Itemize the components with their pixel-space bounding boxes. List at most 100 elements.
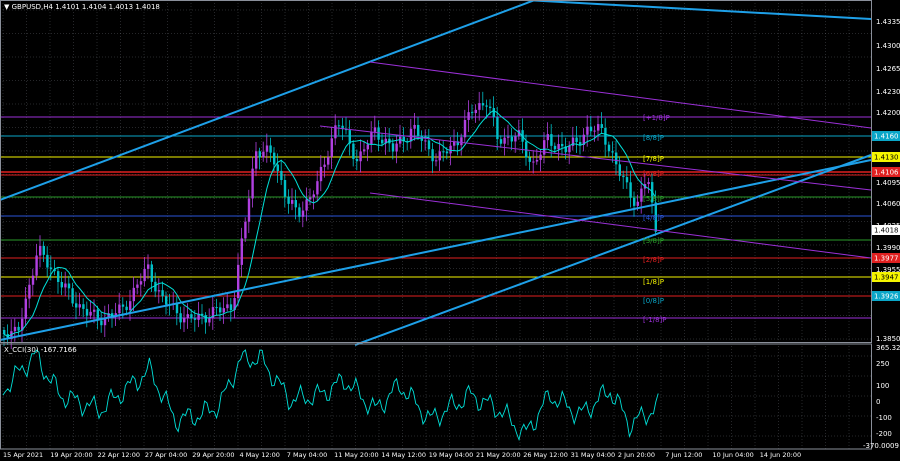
candle-body [395, 143, 398, 152]
murrey-label: [-1/8]P [643, 316, 666, 324]
candle-body [190, 314, 193, 319]
candle-body [352, 143, 355, 159]
candle-body [251, 168, 254, 199]
candle-body [118, 304, 121, 314]
candle-body [229, 304, 233, 311]
candle-body [553, 145, 557, 150]
candle-body [366, 144, 369, 150]
candle-body [471, 112, 474, 114]
level-lines [0, 116, 871, 319]
candle-body [312, 194, 315, 198]
time-tick: 2 Jun 20:00 [618, 451, 655, 459]
candle-body [93, 309, 96, 312]
cci-tick: -100 [876, 414, 892, 422]
candle-body [435, 160, 438, 162]
candle-body [499, 139, 503, 144]
candle-body [139, 281, 143, 285]
price-tick: 1.4095 [876, 179, 900, 187]
candle-body [67, 283, 71, 289]
candle-body [244, 221, 247, 239]
candle-body [615, 152, 618, 165]
candle-body [618, 164, 621, 176]
candle-body [262, 151, 265, 158]
price-badge-text: 1.4130 [874, 154, 899, 162]
candle-body [273, 152, 276, 165]
candle-body [611, 151, 614, 153]
candle-body [363, 149, 366, 152]
candle-body [485, 105, 488, 107]
price-tick: 1.4265 [876, 65, 900, 73]
candle-body [3, 330, 6, 335]
candle-body [600, 124, 603, 128]
candle-body [309, 197, 312, 200]
candle-body [208, 318, 211, 323]
cci-tick: 365.3238 [876, 344, 900, 352]
candle-body [165, 296, 168, 305]
candle-body [39, 245, 42, 256]
candle-body [57, 271, 60, 282]
candle-body [42, 245, 45, 255]
candle-body [283, 180, 287, 197]
candle-body [147, 264, 150, 269]
candle-body [323, 164, 326, 167]
price-tick: 1.3850 [876, 335, 900, 343]
murrey-label: [7/8]P [643, 155, 664, 163]
candle-body [377, 127, 380, 140]
candle-body [370, 131, 373, 145]
candle-body [557, 143, 560, 150]
price-badge-text: 1.4106 [874, 169, 899, 177]
cci-tick: 250 [876, 360, 889, 368]
murrey-label: [3/8]P [643, 237, 664, 245]
candle-body [535, 159, 539, 162]
candle-body [280, 170, 283, 181]
candle-body [460, 137, 463, 146]
time-tick: 11 May 20:00 [334, 451, 379, 459]
candle-body [305, 199, 308, 211]
price-tick: 1.4200 [876, 109, 900, 117]
chart-canvas[interactable]: 1.4335 1.4300 1.4265 1.4230 1.4200 1.4095 1.40… [0, 0, 900, 461]
cci-tick: 0 [876, 398, 880, 406]
candle-body [237, 264, 240, 299]
candle-body [474, 109, 477, 114]
trend-line [369, 61, 872, 129]
candle-body [449, 145, 452, 154]
candle-body [438, 151, 441, 161]
murrey-label: [0/8]P [643, 297, 664, 305]
candle-body [359, 151, 362, 162]
candlesticks [3, 91, 657, 350]
murrey-label: [4/8]P [643, 214, 664, 222]
candle-body [291, 200, 294, 204]
candle-body [337, 125, 341, 127]
candle-body [269, 145, 272, 153]
candle-body [222, 308, 225, 313]
candle-body [287, 196, 290, 204]
price-badge-text: 1.4018 [874, 227, 899, 235]
candle-body [183, 317, 186, 323]
candle-body [78, 304, 81, 308]
candle-body [186, 314, 189, 318]
price-badge-text: 1.3947 [874, 274, 899, 282]
candle-body [467, 112, 470, 120]
time-tick: 22 Apr 12:00 [98, 451, 140, 459]
candle-body [532, 161, 535, 163]
candle-body [28, 284, 31, 299]
time-tick: 27 Apr 04:00 [145, 451, 187, 459]
candle-body [445, 151, 449, 154]
time-tick: 14 May 12:00 [381, 451, 426, 459]
candle-body [31, 275, 35, 285]
chart-header-symbol: ▼ GBPUSD,H4 1.4101 1.4104 1.4013 1.4018 [4, 3, 160, 11]
candle-body [121, 304, 125, 307]
price-tick: 1.3990 [876, 244, 900, 252]
murrey-label: [1/8]P [643, 278, 664, 286]
candle-body [193, 318, 197, 320]
candle-body [528, 157, 531, 162]
candle-body [276, 164, 279, 171]
collapse-triangle-icon[interactable]: ▼ [4, 3, 9, 11]
candle-body [514, 136, 517, 142]
time-tick: 19 May 04:00 [429, 451, 474, 459]
candle-body [442, 151, 445, 153]
candle-body [510, 136, 513, 142]
murrey-label: [+1/8]P [643, 114, 670, 122]
candle-body [568, 145, 571, 153]
candle-body [604, 127, 607, 145]
